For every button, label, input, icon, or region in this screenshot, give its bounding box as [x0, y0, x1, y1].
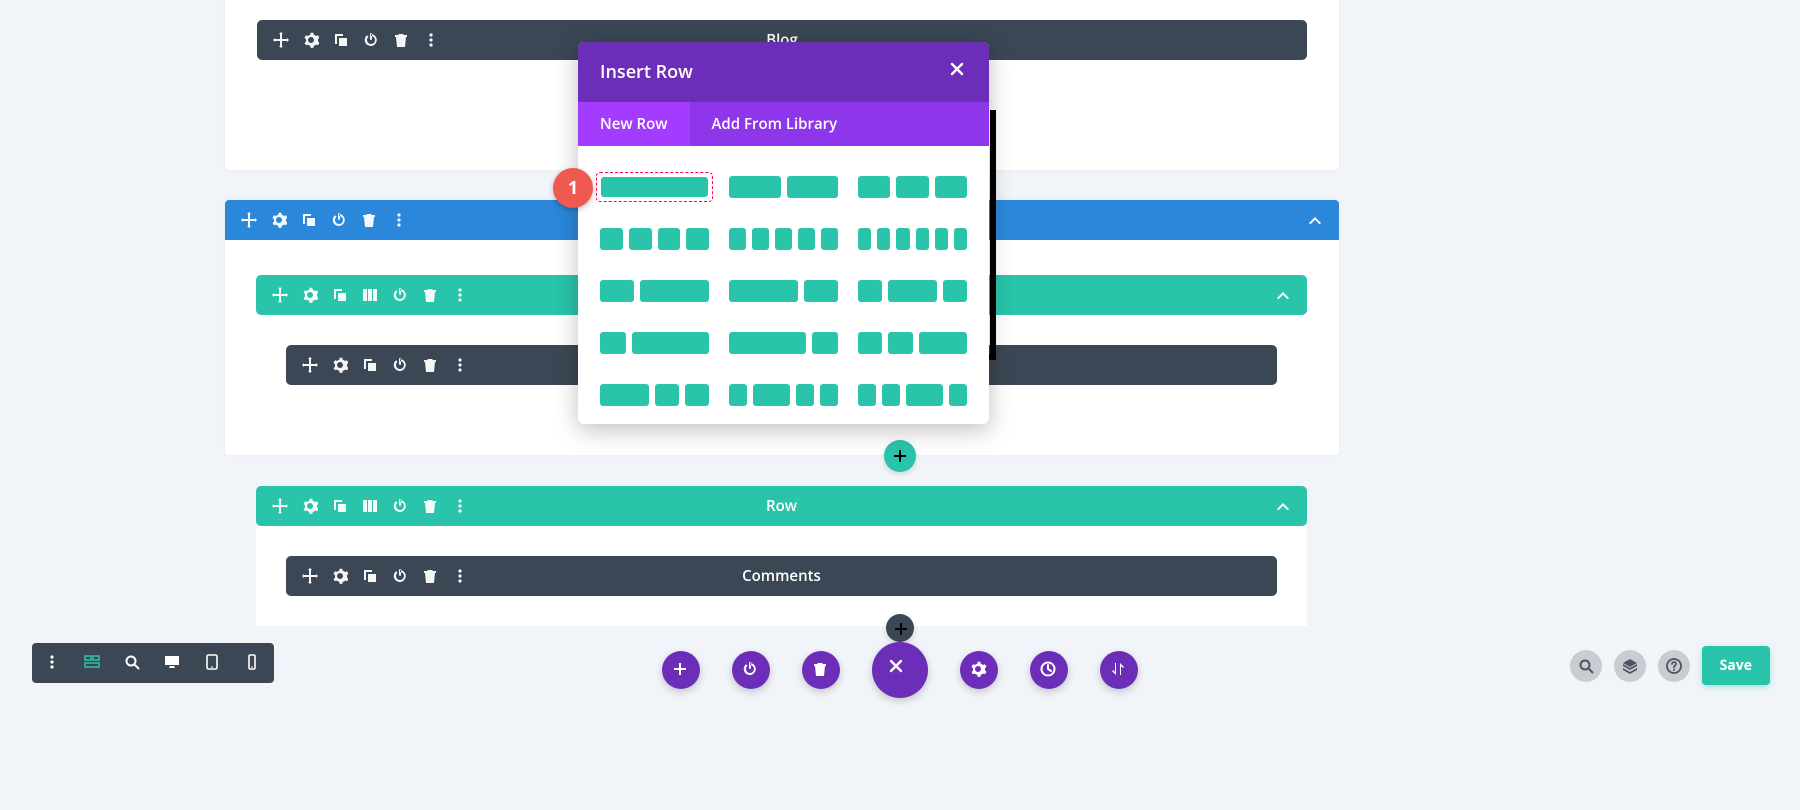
add-row-button[interactable] — [884, 440, 916, 472]
layout-option[interactable] — [854, 172, 971, 202]
phone-icon[interactable] — [242, 652, 264, 674]
right-tools: Save — [1570, 646, 1770, 685]
move-icon[interactable] — [272, 287, 288, 303]
more-icon[interactable] — [423, 32, 439, 48]
layout-option[interactable] — [725, 380, 842, 410]
module-toolbar — [302, 568, 468, 584]
move-icon[interactable] — [302, 357, 318, 373]
row-bar[interactable]: Row — [256, 486, 1307, 526]
power-icon[interactable] — [392, 357, 408, 373]
layout-option[interactable] — [725, 172, 842, 202]
wireframe-icon[interactable] — [82, 652, 104, 674]
save-button[interactable]: Save — [1702, 646, 1770, 685]
duplicate-icon[interactable] — [362, 357, 378, 373]
tablet-icon[interactable] — [202, 652, 224, 674]
modal-tabs: New Row Add From Library — [578, 102, 989, 146]
move-icon[interactable] — [272, 498, 288, 514]
module-toolbar — [302, 357, 468, 373]
more-icon[interactable] — [391, 212, 407, 228]
desktop-icon[interactable] — [162, 652, 184, 674]
move-icon[interactable] — [273, 32, 289, 48]
gear-icon[interactable] — [303, 32, 319, 48]
trash-icon[interactable] — [422, 357, 438, 373]
move-icon[interactable] — [302, 568, 318, 584]
module-bar-comments[interactable]: Comments — [286, 556, 1277, 596]
columns-icon[interactable] — [362, 498, 378, 514]
row-toolbar — [272, 498, 468, 514]
layout-option[interactable] — [596, 276, 713, 306]
duplicate-icon[interactable] — [301, 212, 317, 228]
chevron-up-icon[interactable] — [1275, 287, 1291, 303]
duplicate-icon[interactable] — [332, 287, 348, 303]
help-button[interactable] — [1658, 650, 1690, 682]
trash-icon[interactable] — [422, 498, 438, 514]
history-button[interactable] — [1030, 651, 1068, 689]
chevron-up-icon[interactable] — [1307, 212, 1323, 228]
layout-option[interactable] — [596, 224, 713, 254]
more-icon[interactable] — [452, 568, 468, 584]
chevron-up-icon[interactable] — [1275, 498, 1291, 514]
add-button[interactable] — [662, 651, 700, 689]
gear-icon[interactable] — [332, 568, 348, 584]
gear-icon[interactable] — [271, 212, 287, 228]
layout-option[interactable] — [854, 224, 971, 254]
close-icon[interactable] — [949, 61, 967, 84]
more-icon[interactable] — [452, 357, 468, 373]
more-icon[interactable] — [452, 498, 468, 514]
layout-option[interactable] — [725, 328, 842, 358]
move-icon[interactable] — [241, 212, 257, 228]
builder-action-bar — [662, 642, 1138, 698]
module-toolbar — [273, 32, 439, 48]
close-builder-button[interactable] — [872, 642, 928, 698]
power-icon[interactable] — [363, 32, 379, 48]
layout-option[interactable] — [854, 328, 971, 358]
layout-option[interactable] — [596, 328, 713, 358]
trash-icon[interactable] — [393, 32, 409, 48]
layers-button[interactable] — [1614, 650, 1646, 682]
power-icon[interactable] — [392, 568, 408, 584]
columns-icon[interactable] — [362, 287, 378, 303]
more-icon[interactable] — [452, 287, 468, 303]
layout-option[interactable] — [725, 276, 842, 306]
power-icon[interactable] — [331, 212, 347, 228]
view-toolbar — [32, 643, 274, 683]
gear-icon[interactable] — [302, 498, 318, 514]
zoom-icon[interactable] — [122, 652, 144, 674]
trash-button[interactable] — [802, 651, 840, 689]
power-icon[interactable] — [392, 498, 408, 514]
trash-icon[interactable] — [422, 568, 438, 584]
row-block: Row Comments — [256, 486, 1307, 626]
layout-grid — [578, 146, 989, 424]
layout-option[interactable] — [596, 380, 713, 410]
section-toolbar — [241, 212, 407, 228]
duplicate-icon[interactable] — [332, 498, 348, 514]
add-module-button[interactable] — [886, 614, 914, 642]
modal-title: Insert Row — [600, 60, 693, 84]
layout-option[interactable] — [596, 172, 713, 202]
insert-row-modal: Insert Row New Row Add From Library — [578, 42, 989, 424]
power-button[interactable] — [732, 651, 770, 689]
tab-new-row[interactable]: New Row — [578, 102, 690, 146]
duplicate-icon[interactable] — [333, 32, 349, 48]
gear-icon[interactable] — [332, 357, 348, 373]
trash-icon[interactable] — [361, 212, 377, 228]
sort-button[interactable] — [1100, 651, 1138, 689]
layout-option[interactable] — [854, 380, 971, 410]
layout-option[interactable] — [725, 224, 842, 254]
layout-option[interactable] — [854, 276, 971, 306]
modal-header: Insert Row — [578, 42, 989, 102]
row-toolbar — [272, 287, 468, 303]
step-badge: 1 — [553, 168, 593, 208]
trash-icon[interactable] — [422, 287, 438, 303]
more-icon[interactable] — [42, 652, 64, 674]
duplicate-icon[interactable] — [362, 568, 378, 584]
gear-icon[interactable] — [302, 287, 318, 303]
power-icon[interactable] — [392, 287, 408, 303]
tab-add-from-library[interactable]: Add From Library — [690, 102, 860, 146]
settings-button[interactable] — [960, 651, 998, 689]
search-button[interactable] — [1570, 650, 1602, 682]
